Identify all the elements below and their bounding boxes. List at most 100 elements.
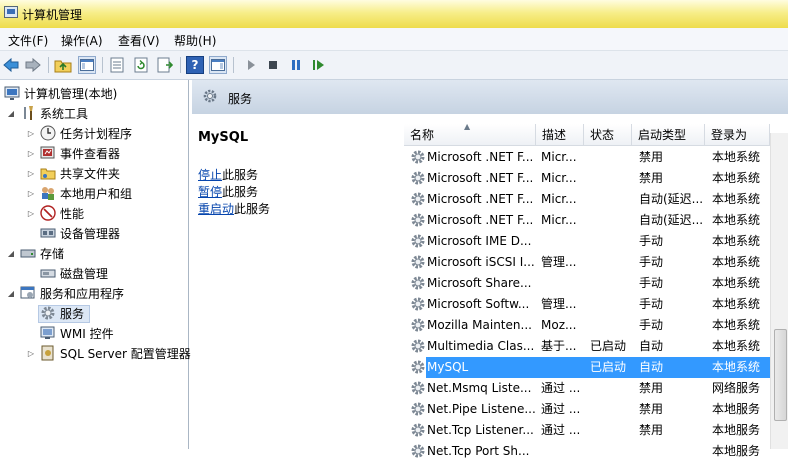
tree-item-local-users[interactable]: ▷ 本地用户和组	[26, 184, 132, 202]
tree-item-task-scheduler[interactable]: ▷ 任务计划程序	[26, 124, 132, 142]
column-label: 启动类型	[638, 128, 687, 142]
tree-label: WMI 控件	[60, 326, 114, 341]
export-list-icon[interactable]	[108, 56, 126, 74]
expanded-arrow-icon[interactable]: ◢	[6, 249, 16, 258]
toolbar: ?	[0, 51, 788, 80]
back-arrow-icon[interactable]	[2, 56, 20, 74]
table-row[interactable]: Microsoft .NET F... Micr... 自动(延迟... 本地系统	[404, 210, 770, 231]
tree-label: 系统工具	[40, 106, 89, 121]
tree-item-services-applications[interactable]: ◢ 服务和应用程序	[6, 284, 124, 302]
cell-desc: 管理...	[541, 297, 577, 311]
table-row[interactable]: Net.Pipe Listene... 通过 ... 禁用 本地服务	[404, 399, 770, 420]
properties-icon[interactable]	[156, 56, 174, 74]
cell-name: Microsoft .NET F...	[427, 192, 534, 206]
column-header-startup-type[interactable]: 启动类型	[632, 124, 705, 146]
tree-item-disk-management[interactable]: 磁盘管理	[40, 264, 108, 282]
cell-desc: 管理...	[541, 255, 577, 269]
menu-file[interactable]: 文件(F)	[8, 32, 48, 49]
tree-item-services[interactable]: 服务	[40, 304, 84, 322]
vertical-scrollbar[interactable]	[770, 133, 788, 449]
collapsed-arrow-icon[interactable]: ▷	[26, 129, 36, 138]
tree-label: 计算机管理(本地)	[24, 86, 118, 101]
cell-status	[590, 273, 636, 294]
cell-desc: Micr...	[541, 213, 577, 227]
tree-item-computer-management[interactable]: 计算机管理(本地)	[4, 84, 117, 102]
show-hide-icon[interactable]	[209, 56, 227, 74]
table-row[interactable]: Microsoft .NET F... Micr... 禁用 本地系统	[404, 168, 770, 189]
tree-item-sql-server-config[interactable]: ▷ SQL Server 配置管理器	[26, 344, 191, 362]
stop-service-link[interactable]: 停止	[198, 168, 222, 182]
table-row[interactable]: Microsoft .NET F... Micr... 自动(延迟... 本地系统	[404, 189, 770, 210]
cell-status	[590, 420, 636, 441]
tree-item-event-viewer[interactable]: ▷ 事件查看器	[26, 144, 120, 162]
cell-name: MySQL	[427, 360, 469, 374]
service-description-pane: MySQL 停止此服务 暂停此服务 重启动此服务	[192, 114, 404, 449]
gear-icon	[410, 254, 426, 270]
expanded-arrow-icon[interactable]: ◢	[6, 289, 16, 298]
cell-desc	[541, 273, 587, 294]
tree-item-shared-folders[interactable]: ▷ 共享文件夹	[26, 164, 120, 182]
cell-name: Net.Pipe Listene...	[427, 402, 536, 416]
restart-service-link[interactable]: 重启动	[198, 202, 234, 216]
tree-label: 设备管理器	[60, 226, 121, 241]
cell-name: Net.Tcp Listener...	[427, 423, 534, 437]
pause-icon[interactable]	[287, 56, 305, 74]
cell-status	[590, 252, 636, 273]
table-row[interactable]: Net.Tcp Listener... 通过 ... 禁用 本地服务	[404, 420, 770, 441]
scrollbar-thumb[interactable]	[774, 329, 787, 421]
menu-view[interactable]: 查看(V)	[118, 32, 160, 49]
table-row[interactable]: Net.Tcp Port Sh... 本地服务	[404, 441, 770, 462]
gear-icon	[410, 338, 426, 354]
cell-logon: 本地系统	[712, 213, 761, 227]
table-row[interactable]: Microsoft Softw... 管理... 手动 本地系统	[404, 294, 770, 315]
cell-logon: 本地服务	[712, 444, 761, 458]
gear-icon	[40, 305, 56, 321]
collapsed-arrow-icon[interactable]: ▷	[26, 169, 36, 178]
collapsed-arrow-icon[interactable]: ▷	[26, 149, 36, 158]
stop-icon[interactable]	[264, 56, 282, 74]
shared-folder-icon	[40, 165, 56, 181]
table-row[interactable]: Microsoft Share... 手动 本地系统	[404, 273, 770, 294]
expanded-arrow-icon[interactable]: ◢	[6, 109, 16, 118]
tree-item-storage[interactable]: ◢ 存储	[6, 244, 64, 262]
window-title: 计算机管理	[22, 8, 83, 22]
table-row[interactable]: MySQL 已启动 自动 本地系统	[404, 357, 770, 378]
menu-action[interactable]: 操作(A)	[61, 32, 103, 49]
column-header-status[interactable]: 状态	[584, 124, 632, 146]
table-row[interactable]: Net.Msmq Liste... 通过 ... 禁用 网络服务	[404, 378, 770, 399]
collapsed-arrow-icon[interactable]: ▷	[26, 189, 36, 198]
tree-item-performance[interactable]: ▷ 性能	[26, 204, 84, 222]
resume-icon[interactable]	[310, 56, 328, 74]
refresh-icon[interactable]	[132, 56, 150, 74]
column-header-logon-as[interactable]: 登录为	[705, 124, 770, 146]
menu-help[interactable]: 帮助(H)	[174, 32, 216, 49]
cell-logon: 本地系统	[712, 339, 761, 353]
collapsed-arrow-icon[interactable]: ▷	[26, 209, 36, 218]
table-row[interactable]: Microsoft .NET F... Micr... 禁用 本地系统	[404, 147, 770, 168]
collapsed-arrow-icon[interactable]: ▷	[26, 349, 36, 358]
cell-desc	[541, 357, 587, 378]
cell-desc: 通过 ...	[541, 402, 581, 416]
table-row[interactable]: Microsoft iSCSI I... 管理... 手动 本地系统	[404, 252, 770, 273]
cell-startup	[639, 441, 709, 462]
tree-item-system-tools[interactable]: ◢ 系统工具	[6, 104, 88, 122]
table-row[interactable]: Microsoft IME D... 手动 本地系统	[404, 231, 770, 252]
tree-item-device-manager[interactable]: 设备管理器	[40, 224, 120, 242]
help-icon[interactable]: ?	[186, 56, 204, 74]
pause-service-link[interactable]: 暂停	[198, 185, 222, 199]
play-icon[interactable]	[242, 56, 260, 74]
table-row[interactable]: Multimedia Clas... 基于... 已启动 自动 本地系统	[404, 336, 770, 357]
column-header-description[interactable]: 描述	[536, 124, 584, 146]
tree-label: 存储	[40, 246, 65, 261]
tree-label: 事件查看器	[60, 146, 121, 161]
tree-item-wmi-control[interactable]: WMI 控件	[40, 324, 114, 342]
console-tree-icon[interactable]	[78, 56, 96, 74]
cell-status: 已启动	[590, 339, 627, 353]
table-row[interactable]: Mozilla Mainten... Moz... 手动 本地系统	[404, 315, 770, 336]
title-bar: 计算机管理	[0, 0, 788, 28]
cell-logon: 本地系统	[712, 234, 761, 248]
up-folder-icon[interactable]	[54, 56, 72, 74]
cell-logon: 本地服务	[712, 402, 761, 416]
column-header-name[interactable]: 名称 ▲	[404, 122, 536, 146]
forward-arrow-icon[interactable]	[24, 56, 42, 74]
